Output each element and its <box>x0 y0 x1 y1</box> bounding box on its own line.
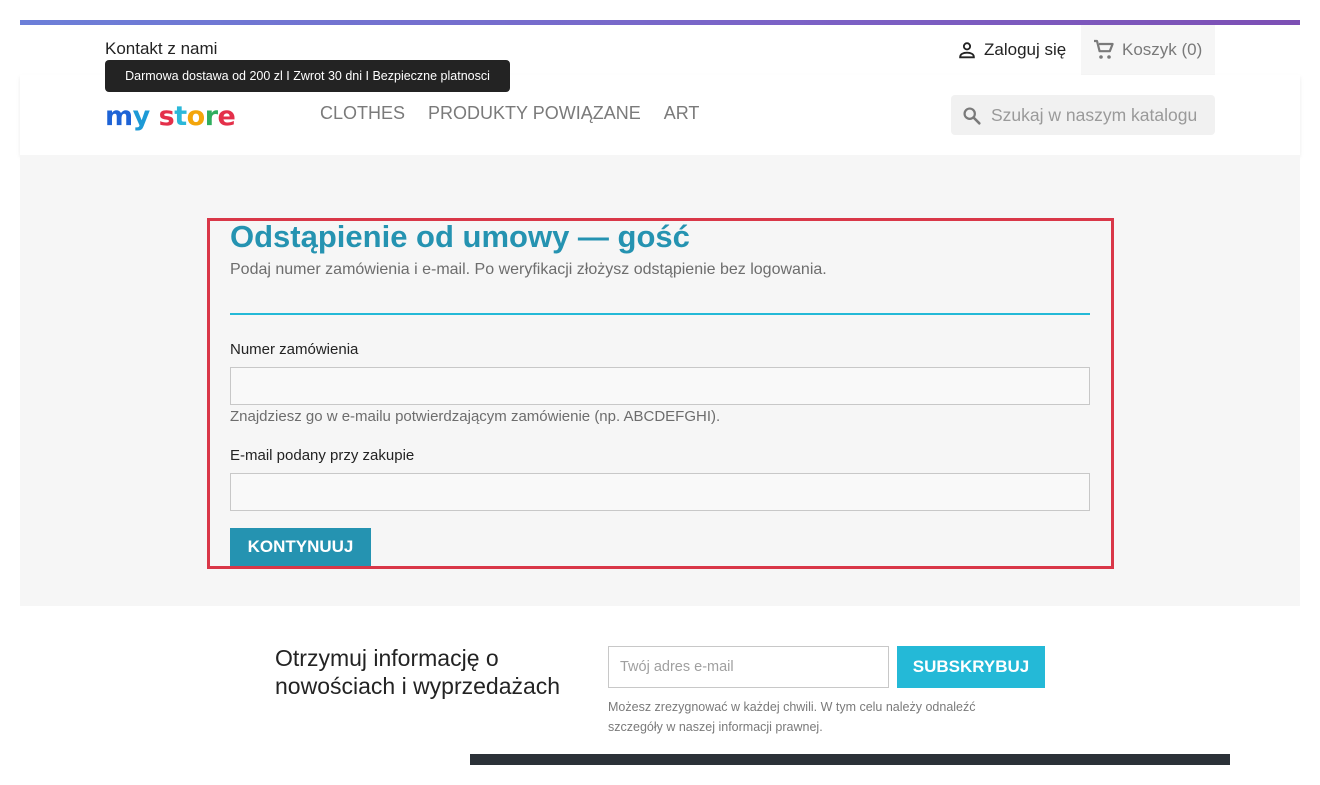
promo-tooltip: Darmowa dostawa od 200 zl I Zwrot 30 dni… <box>105 60 510 92</box>
footer-bar <box>470 754 1230 765</box>
contact-link[interactable]: Kontakt z nami <box>105 39 217 59</box>
login-label: Zaloguj się <box>984 40 1067 59</box>
search-box <box>951 95 1215 135</box>
login-link[interactable]: Zaloguj się <box>956 39 1066 61</box>
logo-letter-o: o <box>186 101 206 132</box>
order-number-input[interactable] <box>230 367 1090 405</box>
search-icon[interactable] <box>961 105 983 127</box>
menu-item-related-products[interactable]: PRODUKTY POWIĄZANE <box>428 103 641 124</box>
logo-letter-e: e <box>217 101 236 132</box>
title-divider <box>230 313 1090 315</box>
menu-item-art[interactable]: ART <box>664 103 700 124</box>
newsletter-title: Otrzymuj informację o nowościach i wyprz… <box>275 645 561 699</box>
shopping-cart-icon <box>1094 39 1114 59</box>
menu-item-clothes[interactable]: CLOTHES <box>320 103 405 124</box>
logo-letter-s: s <box>158 101 175 132</box>
logo-letter-m: m <box>105 101 133 132</box>
person-icon <box>959 42 975 59</box>
store-logo[interactable]: my store <box>105 101 236 132</box>
cart-label: Koszyk (0) <box>1122 40 1203 59</box>
guest-withdrawal-form: Odstąpienie od umowy — gość Podaj numer … <box>207 218 1114 569</box>
cart-button[interactable]: Koszyk (0) <box>1081 25 1215 75</box>
form-subtitle: Podaj numer zamówienia i e-mail. Po wery… <box>230 261 827 278</box>
search-input[interactable] <box>989 95 1211 135</box>
form-title: Odstąpienie od umowy — gość <box>230 219 690 254</box>
logo-letter-y: y <box>132 101 151 132</box>
page: Kontakt z nami Zaloguj się Koszyk (0) Da… <box>20 20 1300 785</box>
newsletter-note: Możesz zrezygnować w każdej chwili. W ty… <box>608 700 976 734</box>
email-label: E-mail podany przy zakupie <box>230 447 415 464</box>
main-menu: CLOTHES PRODUKTY POWIĄZANE ART <box>320 103 699 124</box>
content-area: Odstąpienie od umowy — gość Podaj numer … <box>20 155 1300 606</box>
logo-letter-t: t <box>174 101 187 132</box>
order-number-hint: Znajdziesz go w e-mailu potwierdzającym … <box>230 408 721 425</box>
logo-letter-r: r <box>204 101 218 132</box>
newsletter-email-input[interactable] <box>608 646 889 688</box>
email-input[interactable] <box>230 473 1090 511</box>
subscribe-button[interactable]: SUBSKRYBUJ <box>897 646 1045 688</box>
order-number-label: Numer zamówienia <box>230 341 359 358</box>
continue-button[interactable]: KONTYNUUJ <box>230 528 371 566</box>
